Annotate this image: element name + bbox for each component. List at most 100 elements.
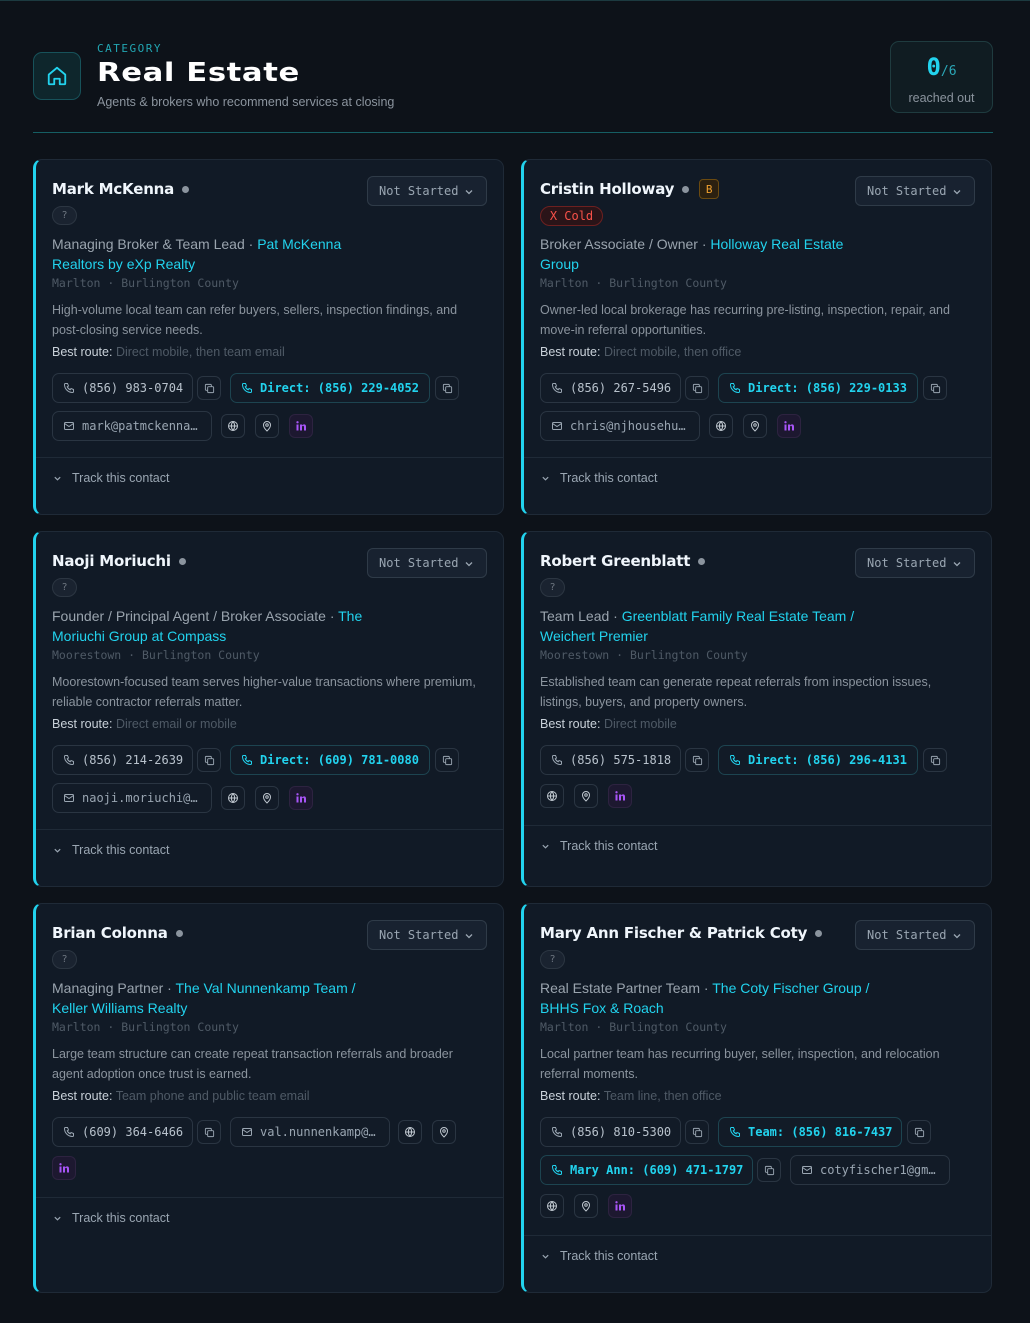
card-divider: [524, 825, 991, 826]
phone-link[interactable]: (856) 267-5496: [540, 373, 681, 403]
phone-link[interactable]: (856) 575-1818: [540, 745, 681, 775]
chevron-down-icon: [953, 934, 961, 939]
map-pin-icon[interactable]: [255, 786, 279, 810]
email-link[interactable]: chris@njhousehu…: [540, 411, 700, 441]
email-link[interactable]: mark@patmckenna…: [52, 411, 212, 441]
contact-card: Mary Ann Fischer & Patrick Coty Not Star…: [521, 903, 992, 1293]
track-contact-toggle[interactable]: Track this contact: [541, 1249, 658, 1263]
track-contact-toggle[interactable]: Track this contact: [541, 471, 658, 485]
status-value: Not Started: [867, 184, 947, 198]
linkedin-icon[interactable]: [608, 784, 632, 808]
phone-icon: [551, 1165, 562, 1176]
contact-role: Team Lead · Greenblatt Family Real Estat…: [540, 608, 855, 644]
copy-icon[interactable]: [923, 748, 947, 772]
linkedin-icon[interactable]: [608, 1194, 632, 1218]
best-route: Best route: Team line, then office: [540, 1089, 722, 1103]
chevron-down-icon: [465, 190, 473, 195]
copy-icon[interactable]: [435, 376, 459, 400]
contact-role: Founder / Principal Agent / Broker Assoc…: [52, 608, 363, 644]
contact-name: Cristin Holloway: [540, 180, 675, 198]
status-dot: [178, 557, 186, 565]
map-pin-icon[interactable]: [432, 1120, 456, 1144]
phone-icon: [241, 383, 252, 394]
direct-phone-link[interactable]: Direct: (856) 296-4131: [718, 745, 918, 775]
copy-icon[interactable]: [907, 1120, 931, 1144]
mary-ann-phone-link[interactable]: Mary Ann: (609) 471-1797: [540, 1155, 753, 1185]
mail-icon: [64, 422, 74, 430]
phone-link[interactable]: (856) 810-5300: [540, 1117, 681, 1147]
chevron-down-icon: [953, 190, 961, 195]
phone-icon: [63, 1127, 74, 1138]
globe-icon[interactable]: [221, 414, 245, 438]
status-dropdown[interactable]: Not Started: [855, 176, 975, 206]
direct-phone-link[interactable]: Direct: (609) 781-0080: [230, 745, 430, 775]
chevron-down-icon: [542, 844, 549, 849]
direct-phone-link[interactable]: Direct: (856) 229-4052: [230, 373, 430, 403]
globe-icon[interactable]: [709, 414, 733, 438]
map-pin-icon[interactable]: [743, 414, 767, 438]
track-contact-toggle[interactable]: Track this contact: [541, 839, 658, 853]
team-phone-link[interactable]: Team: (856) 816-7437: [718, 1117, 902, 1147]
linkedin-icon[interactable]: [52, 1156, 76, 1180]
copy-icon[interactable]: [435, 748, 459, 772]
status-value: Not Started: [379, 184, 459, 198]
best-route: Best route: Direct email or mobile: [52, 717, 237, 731]
copy-icon[interactable]: [923, 376, 947, 400]
map-pin-icon[interactable]: [574, 1194, 598, 1218]
contact-location: Moorestown · Burlington County: [540, 648, 748, 662]
contact-location: Moorestown · Burlington County: [52, 648, 260, 662]
status-dot: [815, 929, 823, 937]
globe-icon[interactable]: [221, 786, 245, 810]
status-value: Not Started: [867, 928, 947, 942]
track-contact-toggle[interactable]: Track this contact: [53, 1211, 170, 1225]
email-link[interactable]: val.nunnenkamp@…: [230, 1117, 390, 1147]
copy-icon[interactable]: [685, 1120, 709, 1144]
phone-icon: [729, 383, 740, 394]
copy-icon[interactable]: [197, 376, 221, 400]
email-link[interactable]: naoji.moriuchi@…: [52, 783, 212, 813]
phone-icon: [729, 755, 740, 766]
status-dropdown[interactable]: Not Started: [855, 548, 975, 578]
globe-icon[interactable]: [540, 1194, 564, 1218]
status-dropdown[interactable]: Not Started: [367, 176, 487, 206]
phone-link[interactable]: (856) 983-0704: [52, 373, 193, 403]
linkedin-icon[interactable]: [289, 414, 313, 438]
phone-link[interactable]: (856) 214-2639: [52, 745, 193, 775]
phone-icon: [551, 755, 562, 766]
status-dropdown[interactable]: Not Started: [367, 548, 487, 578]
copy-icon[interactable]: [685, 748, 709, 772]
copy-icon[interactable]: [197, 748, 221, 772]
copy-icon[interactable]: [685, 376, 709, 400]
status-value: Not Started: [867, 556, 947, 570]
reached-label: reached out: [908, 91, 975, 105]
card-divider: [36, 457, 503, 458]
track-contact-toggle[interactable]: Track this contact: [53, 471, 170, 485]
copy-icon[interactable]: [197, 1120, 221, 1144]
linkedin-icon[interactable]: [289, 786, 313, 810]
contact-name: Mary Ann Fischer & Patrick Coty: [540, 924, 808, 942]
status-dropdown[interactable]: Not Started: [367, 920, 487, 950]
map-pin-icon[interactable]: [574, 784, 598, 808]
status-dropdown[interactable]: Not Started: [855, 920, 975, 950]
reached-count: 0: [926, 53, 941, 81]
direct-phone-link[interactable]: Direct: (856) 229-0133: [718, 373, 918, 403]
globe-icon[interactable]: [398, 1120, 422, 1144]
temperature-badge: X Cold: [540, 206, 603, 226]
contact-card: Robert Greenblatt Not Started ? Team Lea…: [521, 531, 992, 887]
copy-icon[interactable]: [757, 1158, 781, 1182]
globe-icon[interactable]: [540, 784, 564, 808]
contact-description: High-volume local team can refer buyers,…: [52, 303, 458, 337]
best-route: Best route: Direct mobile: [540, 717, 677, 731]
phone-link[interactable]: (609) 364-6466: [52, 1117, 193, 1147]
track-contact-toggle[interactable]: Track this contact: [53, 843, 170, 857]
mail-icon: [802, 1166, 812, 1174]
linkedin-icon[interactable]: [777, 414, 801, 438]
priority-badge: ?: [52, 950, 77, 969]
map-pin-icon[interactable]: [255, 414, 279, 438]
category-kicker: CATEGORY: [97, 42, 162, 55]
contact-location: Marlton · Burlington County: [52, 276, 239, 290]
card-divider: [524, 1235, 991, 1236]
email-link[interactable]: cotyfischer1@gm…: [790, 1155, 950, 1185]
contact-description: Large team structure can create repeat t…: [52, 1047, 453, 1081]
priority-badge: ?: [52, 578, 77, 597]
